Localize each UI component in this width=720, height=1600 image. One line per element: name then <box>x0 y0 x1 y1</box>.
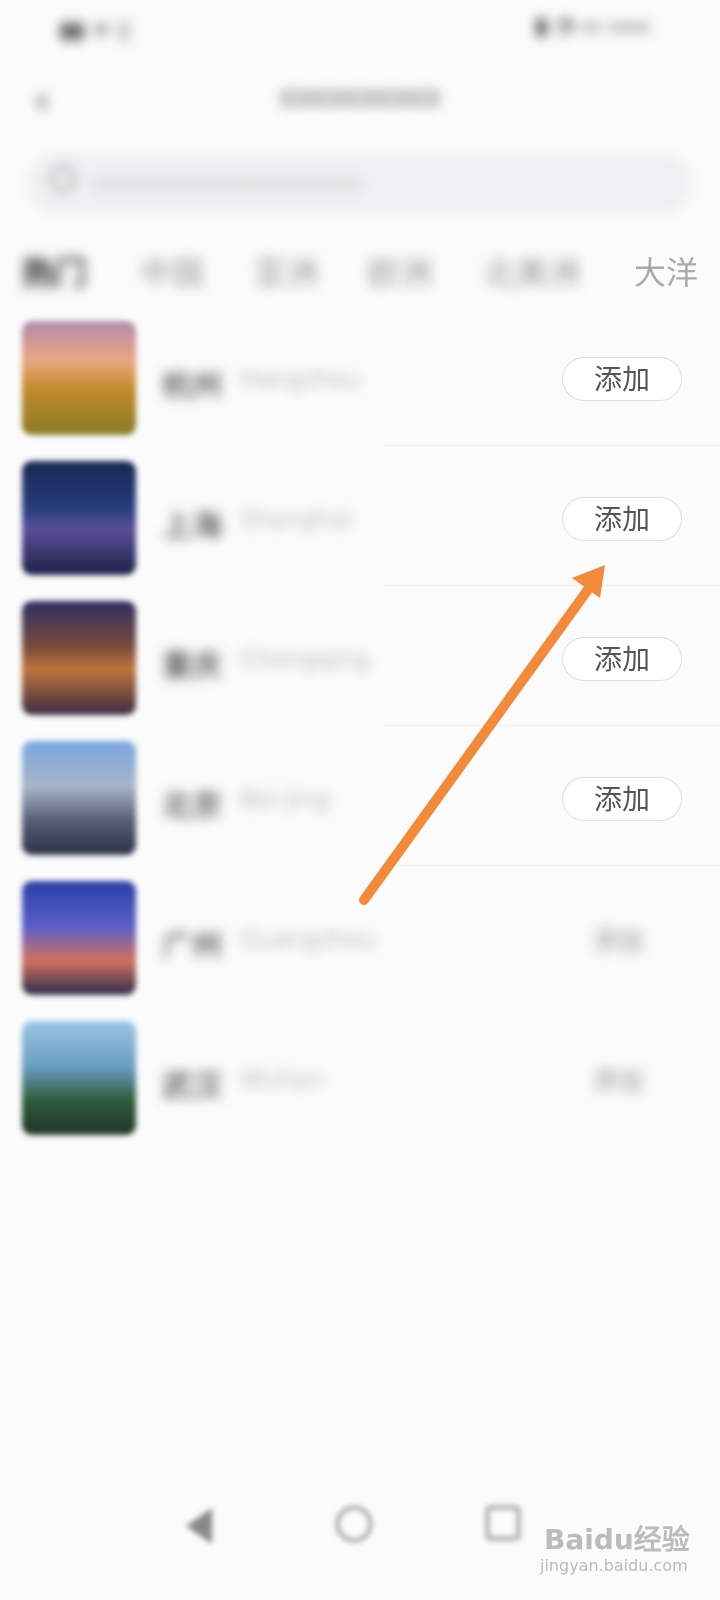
city-thumbnail <box>22 1021 136 1135</box>
city-name: 北京 <box>162 789 222 824</box>
city-name: 武汉 <box>162 1069 222 1104</box>
page-title: ▭▭▭▭▭ <box>279 76 441 116</box>
city-pinyin: Chongqing <box>240 645 370 673</box>
city-row[interactable]: 广州 Guangzhou 添加 <box>0 875 720 1015</box>
city-row[interactable]: 重庆 Chongqing 添加 <box>0 595 720 735</box>
watermark-logo: Baidu经验 <box>544 1523 690 1556</box>
tab-0[interactable]: 热门 <box>22 248 86 294</box>
status-icons: ▮ ◔ ▭ ▭▭ <box>535 14 650 39</box>
tab-3[interactable]: 欧洲 <box>368 248 432 294</box>
status-bar: ▮▮ ᯤ ▯ ▮ ◔ ▭ ▭▭ <box>0 0 720 50</box>
search-icon <box>50 166 76 192</box>
nav-back-icon[interactable] <box>186 1508 212 1544</box>
tab-5[interactable]: 大洋 <box>634 248 698 294</box>
city-row[interactable]: 杭州 Hangzhou 添加 <box>0 315 720 455</box>
city-pinyin: Hangzhou <box>240 365 361 393</box>
city-thumbnail <box>22 741 136 855</box>
add-button[interactable]: 添加 <box>592 921 644 958</box>
row-divider <box>384 865 720 866</box>
status-signal: ▮▮ ᯤ ▯ <box>60 18 131 43</box>
tab-2[interactable]: 亚洲 <box>254 248 318 294</box>
city-pinyin: Shanghai <box>240 505 353 533</box>
city-thumbnail <box>22 321 136 435</box>
watermark-url: jingyan.baidu.com <box>540 1556 688 1575</box>
city-row[interactable]: 上海 Shanghai 添加 <box>0 455 720 595</box>
city-pinyin: Bei Jing <box>240 785 330 813</box>
nav-recent-icon[interactable] <box>486 1506 520 1540</box>
add-button[interactable]: 添加 <box>592 1061 644 1098</box>
add-button[interactable]: 添加 <box>562 637 682 681</box>
row-divider <box>384 445 720 446</box>
city-name: 广州 <box>162 929 222 964</box>
add-button[interactable]: 添加 <box>562 497 682 541</box>
add-button[interactable]: 添加 <box>562 777 682 821</box>
tab-1[interactable]: 中国 <box>140 248 204 294</box>
search-box[interactable]: ▭▭▭▭▭▭▭▭▭▭▭ <box>28 152 692 216</box>
city-pinyin: Wuhan <box>240 1065 324 1093</box>
region-tabs: 热门 中国 亚洲 欧洲 北美洲 大洋 <box>22 248 720 292</box>
city-name: 重庆 <box>162 649 222 684</box>
city-row[interactable]: 北京 Bei Jing 添加 <box>0 735 720 875</box>
city-row[interactable]: 武汉 Wuhan 添加 <box>0 1015 720 1155</box>
city-thumbnail <box>22 601 136 715</box>
city-name: 上海 <box>162 509 222 544</box>
city-thumbnail <box>22 881 136 995</box>
city-name: 杭州 <box>162 369 222 404</box>
city-pinyin: Guangzhou <box>240 925 377 953</box>
search-placeholder: ▭▭▭▭▭▭▭▭▭▭▭ <box>92 168 363 198</box>
tab-4[interactable]: 北美洲 <box>484 248 580 294</box>
nav-home-icon[interactable] <box>336 1506 372 1542</box>
row-divider <box>384 725 720 726</box>
header: ‹ ▭▭▭▭▭ <box>0 60 720 140</box>
city-thumbnail <box>22 461 136 575</box>
add-button[interactable]: 添加 <box>562 357 682 401</box>
row-divider <box>384 585 720 586</box>
